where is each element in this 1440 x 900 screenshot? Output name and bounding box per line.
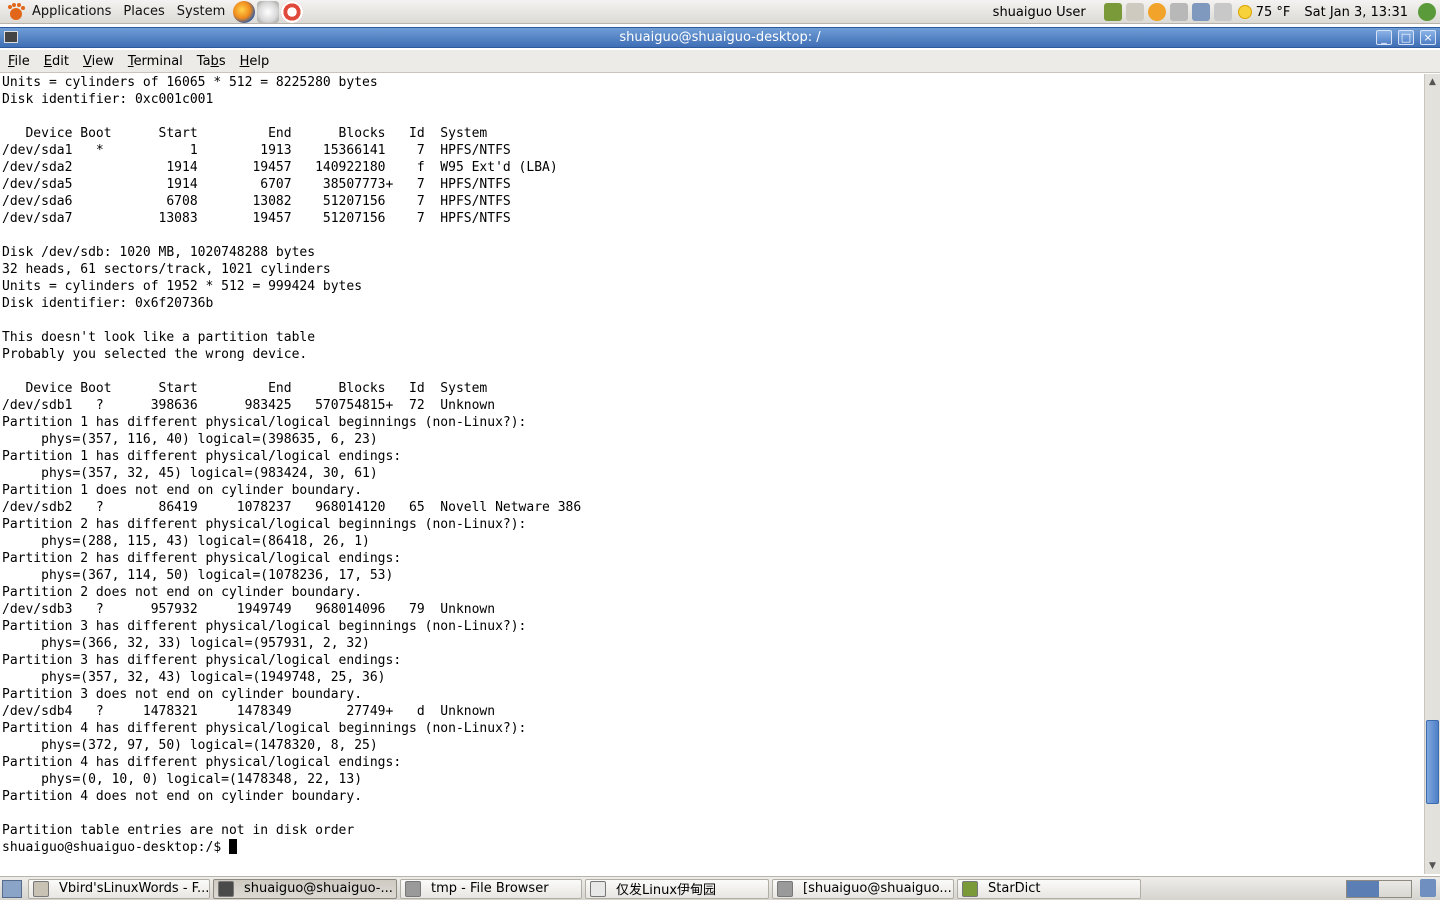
app-icon — [33, 880, 49, 897]
taskbar-item-label: [shuaiguo@shuaiguo... — [803, 881, 952, 896]
printer-icon[interactable] — [1169, 3, 1188, 21]
taskbar-item[interactable]: [shuaiguo@shuaiguo... — [772, 878, 954, 899]
taskbar-item[interactable]: 仅发Linux伊甸园 — [585, 878, 769, 899]
menu-edit[interactable]: Edit — [36, 54, 75, 69]
sun-icon — [1237, 5, 1252, 19]
network-icon[interactable] — [1191, 3, 1210, 21]
scroll-down-icon[interactable]: ▼ — [1426, 859, 1439, 873]
app-icon — [405, 880, 421, 897]
menubar: File Edit View Terminal Tabs Help — [0, 50, 1440, 73]
weather-applet[interactable]: 75 °F — [1237, 4, 1291, 20]
trash-icon[interactable] — [1420, 879, 1436, 897]
system-menu[interactable]: System — [171, 0, 231, 24]
gnome-foot-icon[interactable] — [6, 2, 26, 22]
top-panel: Applications Places System shuaiguo User… — [0, 0, 1440, 24]
firefox-icon[interactable] — [233, 0, 256, 23]
mail-icon[interactable] — [257, 0, 280, 23]
close-button[interactable]: × — [1420, 30, 1436, 45]
app-icon — [218, 880, 234, 897]
taskbar-item[interactable]: shuaiguo@shuaiguo-... — [213, 878, 397, 899]
menu-terminal[interactable]: Terminal — [120, 54, 189, 69]
maximize-button[interactable]: □ — [1398, 30, 1414, 45]
volume-icon[interactable] — [1213, 3, 1232, 21]
workspace-1[interactable] — [1347, 881, 1379, 897]
taskbar-item[interactable]: StarDict — [957, 878, 1141, 899]
scroll-up-icon[interactable]: ▲ — [1426, 75, 1439, 89]
clock[interactable]: Sat Jan 3, 13:31 — [1304, 5, 1408, 20]
scrollbar-thumb[interactable] — [1426, 720, 1439, 805]
menu-help[interactable]: Help — [232, 54, 276, 69]
workspace-2[interactable] — [1379, 881, 1411, 897]
user-switcher[interactable]: shuaiguo User — [993, 5, 1086, 20]
terminal-scrollbar[interactable]: ▲ ▼ — [1424, 74, 1440, 874]
stardict-tray-icon[interactable] — [1103, 3, 1122, 21]
taskbar-item-label: StarDict — [988, 881, 1041, 896]
menu-file[interactable]: File — [0, 54, 36, 69]
logout-icon[interactable] — [1418, 3, 1436, 21]
taskbar-item-label: tmp - File Browser — [431, 881, 549, 896]
app-icon — [962, 880, 978, 897]
places-menu[interactable]: Places — [117, 0, 170, 24]
menu-tabs[interactable]: Tabs — [189, 54, 232, 69]
input-method-icon[interactable] — [1125, 3, 1144, 21]
taskbar-item-label: Vbird'sLinuxWords - F... — [59, 881, 210, 896]
window-titlebar[interactable]: shuaiguo@shuaiguo-desktop: / _ □ × — [0, 27, 1440, 48]
taskbar-item[interactable]: tmp - File Browser — [400, 878, 582, 899]
show-desktop-icon[interactable] — [2, 879, 22, 898]
app-icon — [777, 880, 793, 897]
terminal-text: Units = cylinders of 16065 * 512 = 82252… — [2, 75, 582, 855]
minimize-button[interactable]: _ — [1376, 30, 1392, 45]
bottom-taskbar: Vbird'sLinuxWords - F... shuaiguo@shuaigu… — [0, 876, 1440, 900]
workspace-switcher[interactable] — [1346, 880, 1412, 898]
help-icon[interactable] — [281, 0, 304, 23]
app-icon — [590, 880, 606, 897]
update-icon[interactable] — [1147, 3, 1166, 21]
terminal-output[interactable]: Units = cylinders of 16065 * 512 = 82252… — [0, 74, 1424, 874]
menu-view[interactable]: View — [75, 54, 120, 69]
panel-tray: shuaiguo User 75 °F Sat Jan 3, 13:31 — [993, 0, 1440, 24]
terminal-cursor — [228, 839, 237, 854]
applications-menu[interactable]: Applications — [26, 0, 117, 24]
temperature: 75 °F — [1255, 4, 1291, 20]
taskbar-item[interactable]: Vbird'sLinuxWords - F... — [28, 878, 210, 899]
taskbar-item-label: shuaiguo@shuaiguo-... — [244, 881, 393, 896]
top-panel-menus: Applications Places System — [0, 0, 304, 24]
task-list: Vbird'sLinuxWords - F... shuaiguo@shuaigu… — [28, 878, 1144, 899]
taskbar-item-label: 仅发Linux伊甸园 — [616, 883, 717, 898]
window-title: shuaiguo@shuaiguo-desktop: / — [619, 30, 821, 45]
